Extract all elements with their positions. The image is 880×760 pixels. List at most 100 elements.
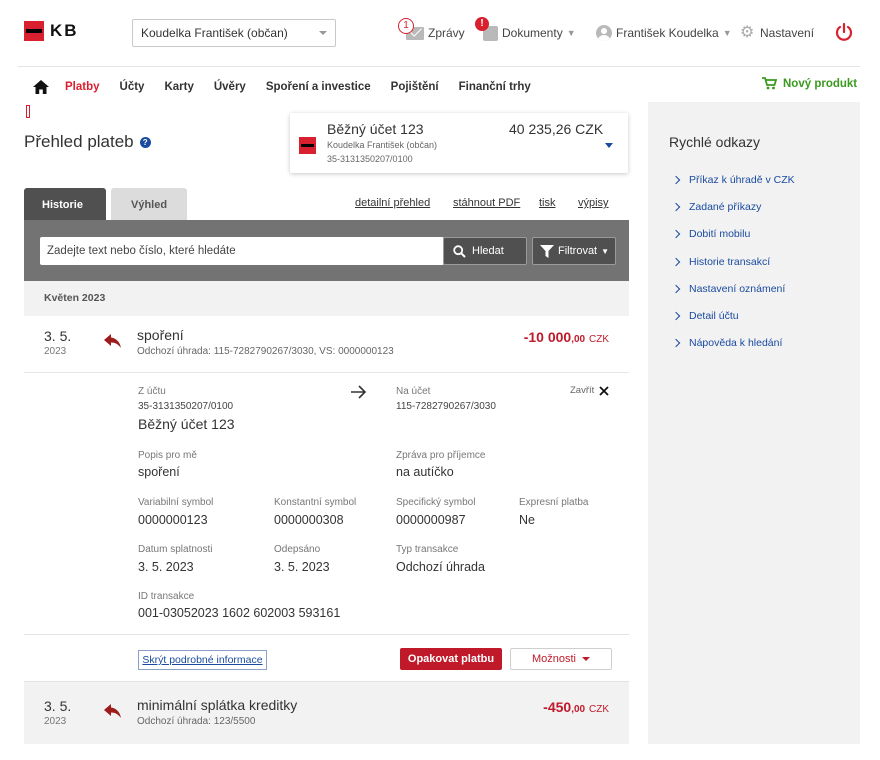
filter-button[interactable]: Filtrovat ▼ xyxy=(532,237,616,265)
search-button[interactable]: Hledat xyxy=(443,237,527,265)
chevron-down-icon xyxy=(582,657,591,661)
client-select[interactable]: Koudelka František (občan) xyxy=(132,19,336,47)
cart-icon xyxy=(762,77,777,90)
quick-link-historie[interactable]: Historie transakcí xyxy=(671,248,795,275)
quick-link-label: Nastavení oznámení xyxy=(689,282,786,295)
nav-item-ucty[interactable]: Účty xyxy=(120,81,145,93)
repeat-payment-button[interactable]: Opakovat platbu xyxy=(400,648,502,670)
nav-item-uvery[interactable]: Úvěry xyxy=(214,81,246,93)
kb-account-logo xyxy=(299,137,316,154)
chevron-down-icon: ▼ xyxy=(566,28,576,38)
close-icon xyxy=(599,385,609,396)
gear-icon: ⚙ xyxy=(740,24,755,41)
variable-symbol-value: 0000000123 xyxy=(138,513,208,527)
variable-symbol-label: Variabilní symbol xyxy=(138,497,214,508)
detail-actions: Skrýt podrobné informace Opakovat platbu… xyxy=(24,634,629,682)
download-pdf-link[interactable]: stáhnout PDF xyxy=(453,197,520,209)
outgoing-payment-icon xyxy=(104,704,121,718)
power-icon[interactable] xyxy=(834,22,854,42)
transaction-row[interactable]: 3. 5. 2023 spoření Odchozí úhrada: 115-7… xyxy=(24,316,629,372)
transaction-row[interactable]: 3. 5. 2023 minimální splátka kreditky Od… xyxy=(24,682,629,744)
quick-link-dobiti-mobilu[interactable]: Dobití mobilu xyxy=(671,221,795,248)
quick-link-label: Nápověda k hledání xyxy=(689,337,783,350)
search-icon xyxy=(453,244,466,258)
user-icon xyxy=(596,25,612,41)
page-title: Přehled plateb ? xyxy=(24,132,151,152)
transaction-title: spoření xyxy=(137,327,184,343)
quick-links-list: Příkaz k úhradě v CZK Zadané příkazy Dob… xyxy=(671,166,795,357)
account-name: Běžný účet 123 xyxy=(327,121,424,137)
new-product-label: Nový produkt xyxy=(783,77,858,90)
specific-symbol-value: 0000000987 xyxy=(396,513,466,527)
chevron-right-icon xyxy=(671,202,681,212)
transaction-subtitle: Odchozí úhrada: 115-7282790267/3030, VS:… xyxy=(137,346,394,357)
settings-link[interactable]: ⚙ Nastavení xyxy=(740,22,814,44)
page-marker xyxy=(26,105,30,118)
options-button[interactable]: Možnosti xyxy=(510,648,612,670)
header-divider xyxy=(18,66,860,67)
quick-link-prikaz[interactable]: Příkaz k úhradě v CZK xyxy=(671,166,795,193)
chevron-right-icon xyxy=(671,284,681,294)
quick-link-zadane-prikazy[interactable]: Zadané příkazy xyxy=(671,193,795,220)
filter-button-label: Filtrovat xyxy=(558,245,598,257)
quick-link-detail-uctu[interactable]: Detail účtu xyxy=(671,302,795,329)
quick-link-label: Detail účtu xyxy=(689,310,739,323)
messages-badge: 1 xyxy=(398,17,414,34)
nav-item-platby[interactable]: Platby xyxy=(65,81,100,93)
user-menu[interactable]: František Koudelka ▼ xyxy=(596,22,732,44)
transaction-amount: -450,00 CZK xyxy=(543,699,609,715)
tab-vyhled[interactable]: Výhled xyxy=(111,188,187,221)
settings-label: Nastavení xyxy=(760,26,815,40)
nav-item-karty[interactable]: Karty xyxy=(164,81,193,93)
account-number: 35-3131350207/0100 xyxy=(327,154,413,164)
account-selector[interactable]: Běžný účet 123 Koudelka František (občan… xyxy=(290,113,628,173)
amount-decimals: ,00 xyxy=(571,334,586,345)
close-label: Zavřít xyxy=(570,385,595,396)
quick-links-title: Rychlé odkazy xyxy=(669,134,761,150)
chevron-down-icon xyxy=(319,31,327,35)
account-owner: Koudelka František (občan) xyxy=(327,140,438,150)
month-header: Květen 2023 xyxy=(24,281,629,316)
message-value: na autíčko xyxy=(396,465,454,479)
documents-link[interactable]: ! Dokumenty ▼ xyxy=(475,16,576,44)
close-detail-button[interactable]: Zavřít xyxy=(570,385,609,396)
quick-link-napoveda[interactable]: Nápověda k hledání xyxy=(671,330,795,357)
debited-label: Odepsáno xyxy=(274,544,321,555)
home-icon[interactable] xyxy=(33,80,49,94)
amount-decimals: ,00 xyxy=(571,704,586,715)
kb-logo[interactable]: KB xyxy=(24,21,79,41)
detailed-overview-link[interactable]: detailní přehled xyxy=(355,197,430,209)
main-nav: Platby Účty Karty Úvěry Spoření a invest… xyxy=(18,72,860,102)
transaction-year: 2023 xyxy=(44,346,67,357)
nav-item-sporeni[interactable]: Spoření a investice xyxy=(266,81,371,93)
transaction-title: minimální splátka kreditky xyxy=(137,697,298,713)
search-bar: Zadejte text nebo číslo, které hledáte H… xyxy=(24,220,629,281)
new-product-button[interactable]: Nový produkt xyxy=(762,77,857,90)
nav-item-financni-trhy[interactable]: Finanční trhy xyxy=(459,81,531,93)
month-label: Květen 2023 xyxy=(44,292,106,304)
hide-details-button[interactable]: Skrýt podrobné informace xyxy=(138,650,267,670)
user-name: František Koudelka xyxy=(616,26,719,40)
nav-item-pojisteni[interactable]: Pojištění xyxy=(391,81,439,93)
chevron-right-icon xyxy=(671,311,681,321)
tab-historie[interactable]: Historie xyxy=(24,188,106,221)
page-bottom xyxy=(0,744,880,760)
messages-label: Zprávy xyxy=(428,26,465,40)
transaction-year: 2023 xyxy=(44,716,67,727)
from-account-name: Běžný účet 123 xyxy=(138,416,235,432)
messages-link[interactable]: 1 Zprávy xyxy=(398,17,465,44)
search-input[interactable]: Zadejte text nebo číslo, které hledáte xyxy=(40,237,444,265)
constant-symbol-label: Konstantní symbol xyxy=(274,497,357,508)
quick-link-label: Zadané příkazy xyxy=(689,200,762,213)
transaction-type-label: Typ transakce xyxy=(396,544,459,555)
chevron-down-icon: ▼ xyxy=(722,28,732,38)
statements-link[interactable]: výpisy xyxy=(578,197,609,209)
transaction-id-label: ID transakce xyxy=(138,591,195,602)
note-label: Popis pro mě xyxy=(138,450,197,461)
client-select-value: Koudelka František (občan) xyxy=(141,26,288,40)
transaction-amount: -10 000,00 CZK xyxy=(524,329,609,345)
help-icon[interactable]: ? xyxy=(139,136,151,148)
to-account-number: 115-7282790267/3030 xyxy=(396,401,496,412)
quick-link-nastaveni-oznameni[interactable]: Nastavení oznámení xyxy=(671,275,795,302)
print-link[interactable]: tisk xyxy=(539,197,556,209)
